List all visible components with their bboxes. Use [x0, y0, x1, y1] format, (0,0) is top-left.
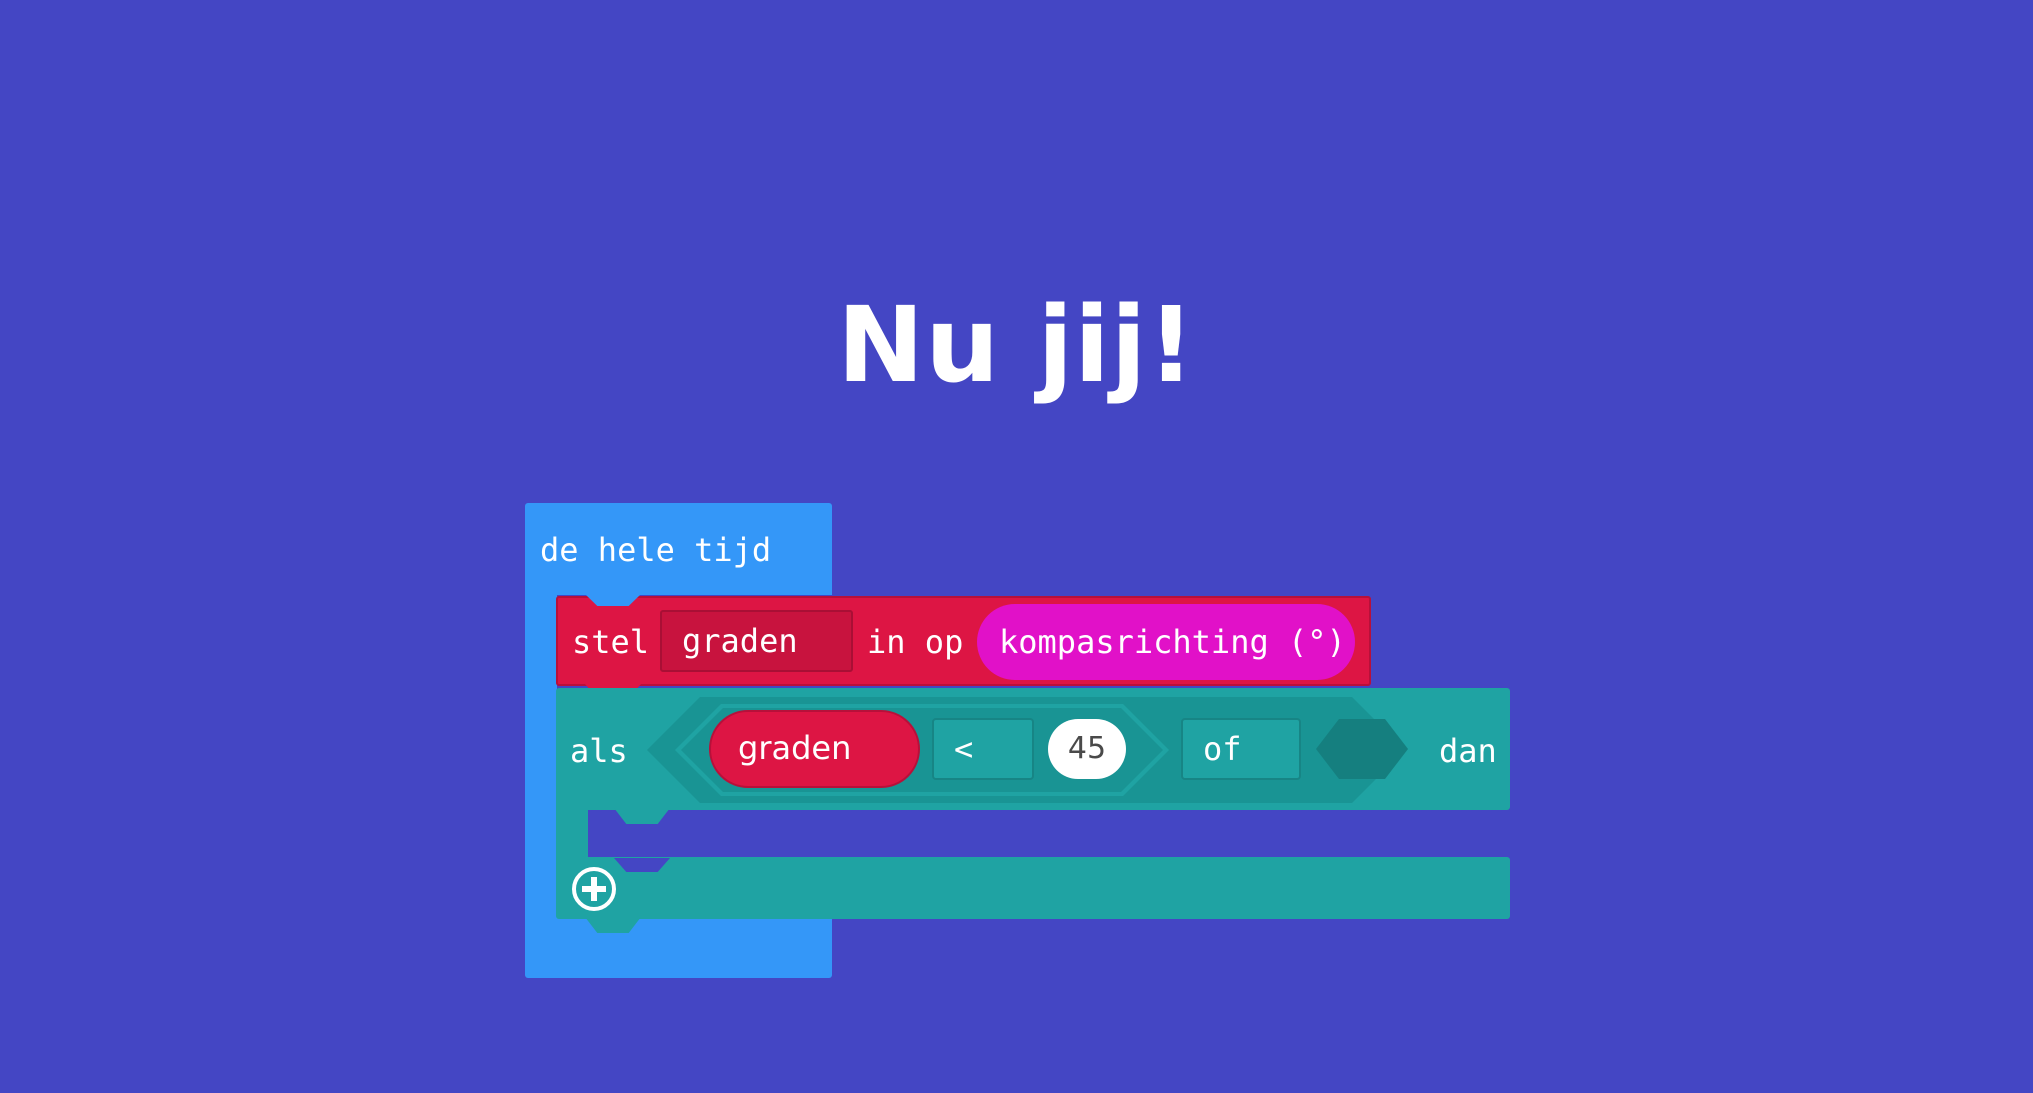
- if-block-notch: [614, 808, 670, 824]
- compass-heading-label: kompasrichting (°): [999, 623, 1346, 661]
- forever-block-side: [525, 590, 557, 920]
- comparison-operator-label: <: [954, 730, 974, 768]
- variable-reporter[interactable]: graden: [709, 710, 920, 788]
- if-block-bottom: [556, 857, 1510, 919]
- variable-dropdown-label: graden: [682, 622, 798, 660]
- number-input[interactable]: 45: [1048, 719, 1126, 779]
- logic-operator-label: of: [1203, 730, 1242, 768]
- variable-dropdown[interactable]: graden: [660, 610, 853, 672]
- then-keyword: dan: [1439, 732, 1497, 770]
- page-title: Nu jij!: [837, 284, 1196, 406]
- workspace: Nu jij! de hele tijd stel graden in op k…: [0, 0, 2033, 1093]
- logic-operator-dropdown[interactable]: of: [1181, 718, 1301, 780]
- comparison-operator-dropdown[interactable]: <: [932, 718, 1034, 780]
- set-keyword: stel: [572, 623, 650, 661]
- in-op-keyword: in op: [867, 623, 964, 661]
- if-keyword: als: [570, 732, 628, 770]
- forever-block-bottom: [525, 918, 832, 978]
- number-input-value: 45: [1067, 731, 1107, 766]
- forever-block-label: de hele tijd: [540, 531, 772, 569]
- plus-circle-icon[interactable]: [571, 866, 617, 912]
- compass-heading-reporter[interactable]: kompasrichting (°): [977, 604, 1355, 680]
- variable-reporter-label: graden: [738, 729, 852, 767]
